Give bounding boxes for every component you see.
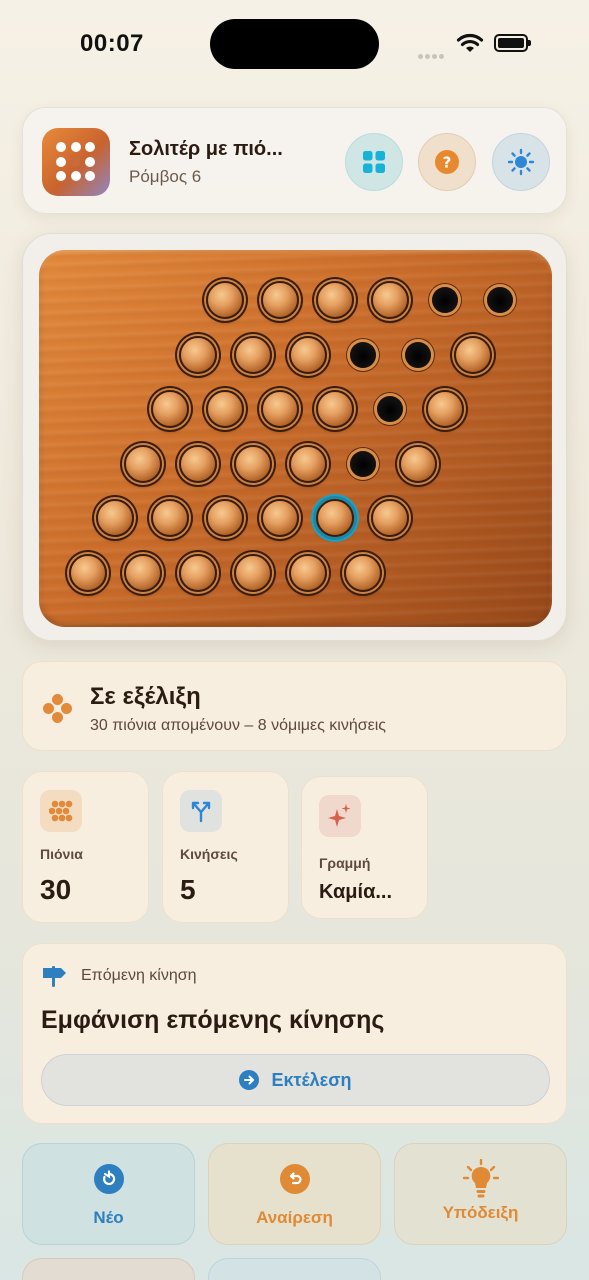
next-move-heading: Εμφάνιση επόμενης κίνησης	[41, 1006, 385, 1034]
board-peg[interactable]	[343, 553, 382, 592]
hint-button[interactable]: Υπόδειξη	[394, 1143, 567, 1245]
stat-label: Γραμμή	[319, 855, 371, 871]
board-peg[interactable]	[233, 444, 272, 483]
board-peg[interactable]	[316, 281, 354, 319]
stat-card-pegs: Πιόνια 30	[22, 771, 149, 923]
board-peg[interactable]	[206, 281, 244, 319]
battery-icon	[494, 34, 531, 52]
board-peg[interactable]	[178, 335, 217, 374]
app-logo-icon	[42, 128, 110, 196]
stat-value: Καμία...	[319, 881, 393, 903]
board-peg[interactable]	[398, 444, 437, 483]
board-peg[interactable]	[151, 390, 189, 428]
board-peg[interactable]	[453, 335, 492, 374]
board-hole[interactable]	[487, 287, 513, 313]
pegs-cluster-icon	[43, 694, 73, 724]
board-peg[interactable]	[288, 335, 327, 374]
board-peg[interactable]	[371, 499, 409, 537]
board-hole[interactable]	[432, 287, 458, 313]
game-status-detail: 30 πιόνια απομένουν – 8 νόμιμες κινήσεις	[90, 717, 386, 734]
appearance-button[interactable]	[492, 133, 550, 191]
board-peg[interactable]	[261, 499, 299, 537]
stat-value: 5	[180, 874, 196, 905]
board-peg[interactable]	[68, 553, 107, 592]
board-peg[interactable]	[371, 281, 409, 319]
board-peg[interactable]	[178, 553, 217, 592]
stat-card-moves: Κινήσεις 5	[162, 771, 289, 923]
board-hole[interactable]	[349, 341, 376, 368]
pegs-icon	[40, 790, 82, 832]
board-hole[interactable]	[404, 341, 431, 368]
board-peg[interactable]	[316, 390, 354, 428]
board-peg[interactable]	[123, 553, 162, 592]
grid-icon	[363, 151, 385, 173]
board-peg-selected[interactable]	[316, 499, 354, 537]
stat-value: 30	[40, 874, 72, 905]
board-peg[interactable]	[123, 444, 162, 483]
board-peg[interactable]	[178, 444, 217, 483]
board-hole[interactable]	[349, 450, 376, 477]
new-game-label: Νέο	[93, 1208, 124, 1227]
board-peg[interactable]	[151, 499, 189, 537]
board-peg[interactable]	[261, 390, 299, 428]
restart-icon	[93, 1164, 124, 1194]
board-peg[interactable]	[288, 444, 327, 483]
board-peg[interactable]	[233, 553, 272, 592]
hint-label: Υπόδειξη	[442, 1203, 519, 1222]
board-peg[interactable]	[206, 499, 244, 537]
board-peg[interactable]	[96, 499, 134, 537]
dynamic-island	[210, 19, 379, 69]
next-move-card: Επόμενη κίνηση Εμφάνιση επόμενης κίνησης…	[22, 943, 567, 1124]
status-time: 00:07	[80, 30, 144, 57]
board-hole[interactable]	[377, 396, 403, 422]
next-move-label: Επόμενη κίνηση	[81, 967, 197, 984]
new-game-button[interactable]: Νέο	[22, 1143, 195, 1245]
board-peg[interactable]	[233, 335, 272, 374]
board-picker-button[interactable]	[345, 133, 403, 191]
sun-icon	[507, 148, 535, 176]
stat-label: Πιόνια	[40, 846, 83, 862]
game-status-heading: Σε εξέλιξη	[90, 683, 201, 710]
board-container	[22, 233, 567, 641]
lightbulb-icon	[462, 1159, 499, 1199]
undo-icon	[279, 1164, 310, 1194]
board-variant-label: Ρόμβος 6	[129, 167, 202, 186]
help-button[interactable]: ?	[418, 133, 476, 191]
more-action-button[interactable]	[22, 1258, 195, 1280]
signpost-icon	[43, 966, 66, 987]
execute-move-label: Εκτέλεση	[271, 1069, 352, 1090]
execute-move-button[interactable]: Εκτέλεση	[41, 1054, 550, 1106]
game-board	[39, 250, 552, 627]
game-title: Σολιτέρ με πιό...	[129, 138, 283, 160]
stat-card-streak: Γραμμή Καμία...	[301, 776, 428, 919]
help-icon: ?	[435, 150, 459, 174]
app-header-card: Σολιτέρ με πιό... Ρόμβος 6 ?	[22, 107, 567, 214]
board-peg[interactable]	[288, 553, 327, 592]
undo-button[interactable]: Αναίρεση	[208, 1143, 381, 1245]
cellular-signal-icon	[418, 46, 450, 59]
board-peg[interactable]	[426, 390, 464, 428]
svg-text:?: ?	[443, 154, 452, 172]
game-status-card: Σε εξέλιξη 30 πιόνια απομένουν – 8 νόμιμ…	[22, 661, 567, 751]
wifi-icon	[456, 33, 484, 52]
stat-label: Κινήσεις	[180, 846, 238, 862]
arrow-right-circle-icon	[239, 1070, 260, 1090]
more-action-button[interactable]	[208, 1258, 381, 1280]
board-peg[interactable]	[206, 390, 244, 428]
status-bar: 00:07	[0, 0, 589, 90]
sparkle-icon	[319, 795, 361, 837]
undo-label: Αναίρεση	[256, 1208, 333, 1227]
board-peg[interactable]	[261, 281, 299, 319]
moves-icon	[180, 790, 222, 832]
